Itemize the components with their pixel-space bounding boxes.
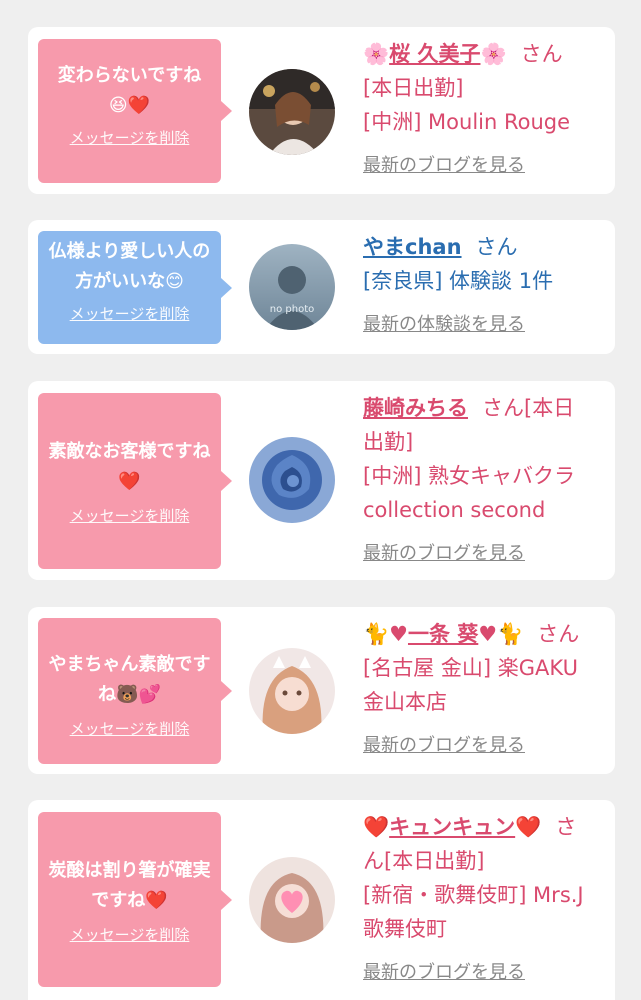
- message-card: 変わらないですね 😆❤️ メッセージを削除 🌸桜 久美子🌸 さん [本日出勤] […: [28, 27, 615, 194]
- avatar[interactable]: [249, 648, 335, 734]
- profile-info: 🌸桜 久美子🌸 さん [本日出勤] [中洲] Moulin Rouge 最新のブロ…: [363, 37, 608, 183]
- name-decoration: ❤️: [515, 815, 542, 839]
- message-bubble: 炭酸は割り箸が確実ですね❤️ メッセージを削除: [38, 812, 232, 987]
- honorific: さん: [537, 622, 580, 646]
- name-decoration: 🌸: [363, 42, 390, 66]
- profile-name-link[interactable]: キュンキュン: [389, 815, 515, 839]
- status-line: 出勤]: [363, 430, 414, 454]
- message-card: 炭酸は割り箸が確実ですね❤️ メッセージを削除 ❤️キュンキュン❤️ さ ん[本日…: [28, 800, 615, 1000]
- shop-line: 歌舞伎町: [363, 917, 447, 941]
- message-emoji: 😊: [165, 271, 184, 292]
- status-line: ん[本日出勤]: [363, 849, 485, 873]
- latest-review-link[interactable]: 最新の体験談を見る: [363, 308, 608, 342]
- message-text: 炭酸は割り箸が確実ですね❤️: [48, 860, 211, 911]
- svg-text:no photo: no photo: [270, 304, 314, 315]
- shop-line: [名古屋 金山] 楽GAKU: [363, 656, 578, 680]
- avatar-photo-icon: [249, 648, 335, 734]
- message-text: 素敵なお客様ですね❤️: [48, 441, 211, 492]
- delete-message-link[interactable]: メッセージを削除: [70, 303, 190, 324]
- delete-message-link[interactable]: メッセージを削除: [70, 127, 190, 148]
- profile-info: やまchan さん [奈良県] 体験談 1件 最新の体験談を見る: [363, 230, 608, 342]
- honorific: さ: [555, 815, 577, 839]
- profile-name-link[interactable]: 藤崎みちる: [363, 396, 468, 420]
- no-photo-icon: no photo: [249, 244, 335, 330]
- message-card: やまちゃん素敵ですね🐻💕 メッセージを削除 🐈♥一条 葵♥🐈 さん [名古屋 金山…: [28, 607, 615, 774]
- name-decoration: ❤️: [363, 815, 390, 839]
- review-count-line: [奈良県] 体験談 1件: [363, 269, 554, 293]
- profile-info: 藤崎みちる さん[本日 出勤] [中洲] 熟女キャバクラ collection s…: [363, 391, 608, 571]
- message-card: 仏様より愛しい人の方がいいな😊 メッセージを削除 no photo やまchan…: [28, 220, 615, 354]
- blue-rose-icon: [249, 437, 335, 523]
- profile-info: ❤️キュンキュン❤️ さ ん[本日出勤] [新宿・歌舞伎町] Mrs.J 歌舞伎町…: [363, 810, 608, 990]
- message-text: 変わらないですね: [57, 65, 202, 86]
- delete-message-link[interactable]: メッセージを削除: [70, 924, 190, 945]
- profile-info: 🐈♥一条 葵♥🐈 さん [名古屋 金山] 楽GAKU 金山本店 最新のブログを見る: [363, 617, 608, 763]
- honorific: さん: [475, 235, 518, 259]
- avatar[interactable]: [249, 437, 335, 523]
- message-bubble: 素敵なお客様ですね❤️ メッセージを削除: [38, 393, 232, 569]
- message-emoji: ❤️: [145, 890, 168, 911]
- shop-line: [中洲] 熟女キャバクラ: [363, 464, 576, 488]
- name-row: ❤️キュンキュン❤️ さ: [363, 810, 608, 844]
- message-bubble: 変わらないですね 😆❤️ メッセージを削除: [38, 39, 232, 183]
- latest-blog-link[interactable]: 最新のブログを見る: [363, 729, 608, 763]
- message-bubble: 仏様より愛しい人の方がいいな😊 メッセージを削除: [38, 231, 232, 344]
- shop-line: [新宿・歌舞伎町] Mrs.J: [363, 883, 584, 907]
- latest-blog-link[interactable]: 最新のブログを見る: [363, 149, 608, 183]
- delete-message-link[interactable]: メッセージを削除: [70, 718, 190, 739]
- avatar[interactable]: [249, 857, 335, 943]
- message-bubble: やまちゃん素敵ですね🐻💕 メッセージを削除: [38, 618, 232, 764]
- name-decoration: 🐈♥: [363, 622, 408, 646]
- name-row: 藤崎みちる さん[本日: [363, 391, 608, 425]
- name-decoration: 🌸: [480, 42, 507, 66]
- message-text: やまちゃん素敵ですね🐻💕: [48, 654, 211, 705]
- message-emoji: 😆❤️: [108, 95, 151, 116]
- status-line: [本日出勤]: [363, 76, 464, 100]
- name-row: やまchan さん: [363, 230, 608, 264]
- avatar-photo-icon: [249, 69, 335, 155]
- shop-line: collection second: [363, 498, 546, 522]
- avatar[interactable]: [249, 69, 335, 155]
- profile-name-link[interactable]: やまchan: [363, 235, 462, 259]
- name-row: 🐈♥一条 葵♥🐈 さん: [363, 617, 608, 651]
- shop-line: [中洲] Moulin Rouge: [363, 110, 571, 134]
- message-emoji: 🐻💕: [116, 684, 161, 705]
- delete-message-link[interactable]: メッセージを削除: [70, 505, 190, 526]
- avatar-photo-icon: [249, 857, 335, 943]
- message-emoji: ❤️: [118, 471, 141, 492]
- avatar[interactable]: no photo: [249, 244, 335, 330]
- message-text: 仏様より愛しい人の方がいいな😊: [48, 241, 211, 292]
- name-row: 🌸桜 久美子🌸 さん: [363, 37, 608, 71]
- message-card: 素敵なお客様ですね❤️ メッセージを削除 藤崎みちる さん[本日 出勤] [中洲]…: [28, 381, 615, 580]
- honorific: さん[本日: [482, 396, 575, 420]
- profile-name-link[interactable]: 一条 葵: [408, 622, 478, 646]
- latest-blog-link[interactable]: 最新のブログを見る: [363, 537, 608, 571]
- latest-blog-link[interactable]: 最新のブログを見る: [363, 956, 608, 990]
- honorific: さん: [520, 42, 563, 66]
- shop-line: 金山本店: [363, 690, 447, 714]
- name-decoration: ♥🐈: [478, 622, 524, 646]
- profile-name-link[interactable]: 桜 久美子: [389, 42, 480, 66]
